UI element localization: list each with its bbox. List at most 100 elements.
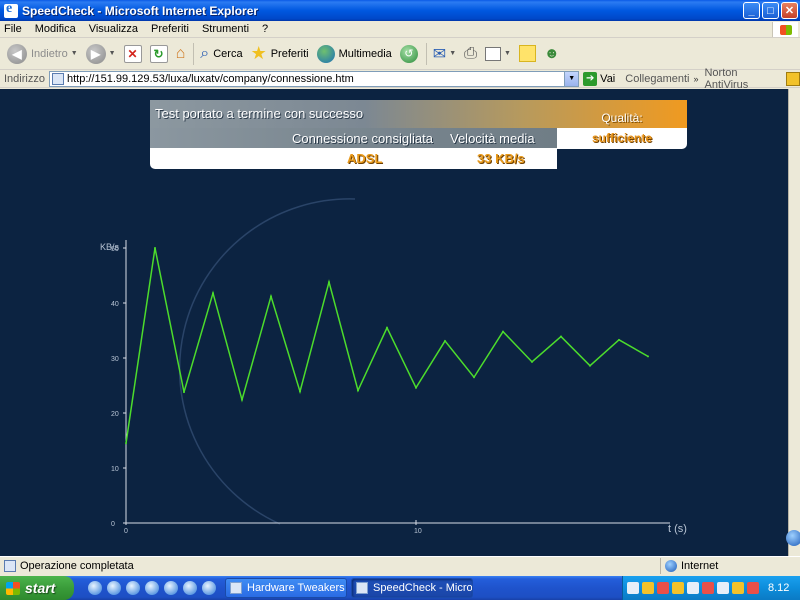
norton-toolbar[interactable]: Norton AntiVirus — [704, 67, 800, 91]
tray-icon[interactable] — [702, 582, 714, 594]
data-point — [444, 339, 446, 342]
data-point — [618, 338, 620, 341]
go-button[interactable]: ➔ Vai — [583, 71, 615, 86]
desktop-quicklaunch-icon[interactable] — [107, 581, 121, 595]
speed-chart: 010203040500 10 KB/s t (s) — [100, 198, 687, 535]
media-button[interactable]: Multimedia — [314, 41, 395, 67]
mail-button[interactable]: ✉ ▼ — [430, 41, 459, 67]
home-button[interactable]: ⌂ — [173, 41, 189, 67]
chevron-right-icon[interactable]: » — [693, 74, 698, 84]
data-point — [154, 247, 156, 249]
data-point — [125, 442, 127, 445]
y-axis-label: KB/s — [100, 242, 120, 252]
stop-button[interactable]: ✕ — [121, 41, 145, 67]
close-button[interactable]: ✕ — [781, 2, 798, 19]
status-text: Operazione completata — [20, 559, 134, 572]
mail-icon: ✉ — [432, 45, 447, 63]
forward-dropdown-icon[interactable]: ▼ — [109, 50, 116, 57]
history-icon: ↺ — [399, 44, 418, 63]
data-point — [502, 330, 504, 333]
tray-icon[interactable] — [657, 582, 669, 594]
address-bar: Indirizzo ▼ ➔ Vai Collegamenti » Norton … — [0, 67, 800, 91]
vertical-scrollbar[interactable] — [788, 89, 800, 556]
data-point — [270, 295, 272, 298]
x-tick-label: 0 — [124, 528, 128, 535]
mail-dropdown-icon[interactable]: ▼ — [449, 50, 456, 57]
y-tick-label: 0 — [111, 521, 115, 528]
app-quicklaunch-icon[interactable] — [202, 581, 216, 595]
messenger-button[interactable]: ☻ — [541, 41, 563, 67]
task-button-speedcheck[interactable]: SpeedCheck - Micros... — [351, 578, 473, 598]
y-tick-label: 10 — [111, 466, 119, 473]
address-input[interactable] — [66, 72, 567, 85]
tray-icon[interactable] — [732, 582, 744, 594]
security-zone: Internet — [660, 557, 719, 574]
data-point — [386, 326, 388, 329]
search-button[interactable]: ⌕ Cerca — [197, 41, 245, 67]
media-icon — [316, 44, 335, 63]
data-point — [560, 335, 562, 338]
forward-button[interactable]: ▶ ▼ — [83, 41, 119, 67]
address-dropdown-icon[interactable]: ▼ — [564, 71, 579, 86]
chart-series — [125, 247, 649, 445]
start-button[interactable]: start — [0, 576, 74, 600]
title-bar[interactable]: SpeedCheck - Microsoft Internet Explorer… — [0, 0, 800, 21]
back-dropdown-icon[interactable]: ▼ — [71, 50, 78, 57]
window-title: SpeedCheck - Microsoft Internet Explorer — [22, 3, 259, 18]
media-quicklaunch-icon[interactable] — [126, 581, 140, 595]
minimize-button[interactable]: _ — [743, 2, 760, 19]
status-bar: Operazione completata Internet — [0, 556, 800, 574]
address-label: Indirizzo — [4, 72, 45, 85]
standard-toolbar: ◀ Indietro ▼ ▶ ▼ ✕ ↻ ⌂ ⌕ Cerca ★ Preferi… — [0, 38, 800, 70]
clock: 8.12 — [768, 582, 790, 594]
search-label: Cerca — [213, 47, 243, 60]
menu-file[interactable]: File — [4, 23, 22, 35]
ie-quicklaunch-icon[interactable] — [88, 581, 102, 595]
app-quicklaunch-icon[interactable] — [164, 581, 178, 595]
menu-strumenti[interactable]: Strumenti — [202, 23, 249, 35]
app-quicklaunch-icon[interactable] — [145, 581, 159, 595]
data-point — [212, 292, 214, 295]
tray-icon[interactable] — [747, 582, 759, 594]
y-tick-label: 20 — [111, 411, 119, 418]
discuss-button[interactable] — [516, 41, 539, 67]
tray-icon[interactable] — [687, 582, 699, 594]
ie-task-icon — [356, 582, 368, 594]
media-label: Multimedia — [338, 47, 392, 60]
norton-label: Norton AntiVirus — [704, 66, 749, 91]
start-label: start — [25, 580, 56, 596]
data-point — [473, 376, 475, 379]
internet-zone-icon — [665, 559, 677, 572]
print-button[interactable]: ⎙ — [461, 41, 480, 67]
app-quicklaunch-icon[interactable] — [183, 581, 197, 595]
ie-task-icon — [230, 582, 242, 594]
home-icon: ⌂ — [175, 44, 186, 62]
tray-icon[interactable] — [717, 582, 729, 594]
address-field[interactable]: ▼ — [48, 70, 580, 87]
edit-dropdown-icon[interactable]: ▼ — [504, 50, 511, 57]
refresh-button[interactable]: ↻ — [147, 41, 171, 67]
favorites-label: Preferiti — [270, 47, 309, 60]
menu-modifica[interactable]: Modifica — [35, 23, 76, 35]
task-button-hardware-tweakers[interactable]: Hardware Tweakers -... — [225, 578, 347, 598]
toolbar-separator — [425, 42, 427, 65]
maximize-button[interactable]: □ — [762, 2, 779, 19]
x-axis-label: t (s) — [668, 523, 687, 535]
tray-icon[interactable] — [642, 582, 654, 594]
menu-help[interactable]: ? — [262, 23, 268, 35]
menu-visualizza[interactable]: Visualizza — [89, 23, 138, 35]
back-arrow-icon: ◀ — [7, 43, 27, 64]
tray-icon[interactable] — [672, 582, 684, 594]
tray-icon[interactable] — [627, 582, 639, 594]
globe-icon — [786, 530, 800, 546]
zone-label: Internet — [681, 559, 719, 572]
links-button[interactable]: Collegamenti — [625, 73, 689, 85]
back-button[interactable]: ◀ Indietro ▼ — [4, 41, 81, 67]
favorites-button[interactable]: ★ Preferiti — [248, 41, 312, 67]
history-button[interactable]: ↺ — [397, 41, 421, 67]
data-point — [241, 398, 243, 401]
menu-preferiti[interactable]: Preferiti — [151, 23, 189, 35]
task-label: Hardware Tweakers -... — [247, 582, 346, 594]
norton-icon — [786, 71, 800, 86]
edit-button[interactable]: ▼ — [482, 41, 514, 67]
